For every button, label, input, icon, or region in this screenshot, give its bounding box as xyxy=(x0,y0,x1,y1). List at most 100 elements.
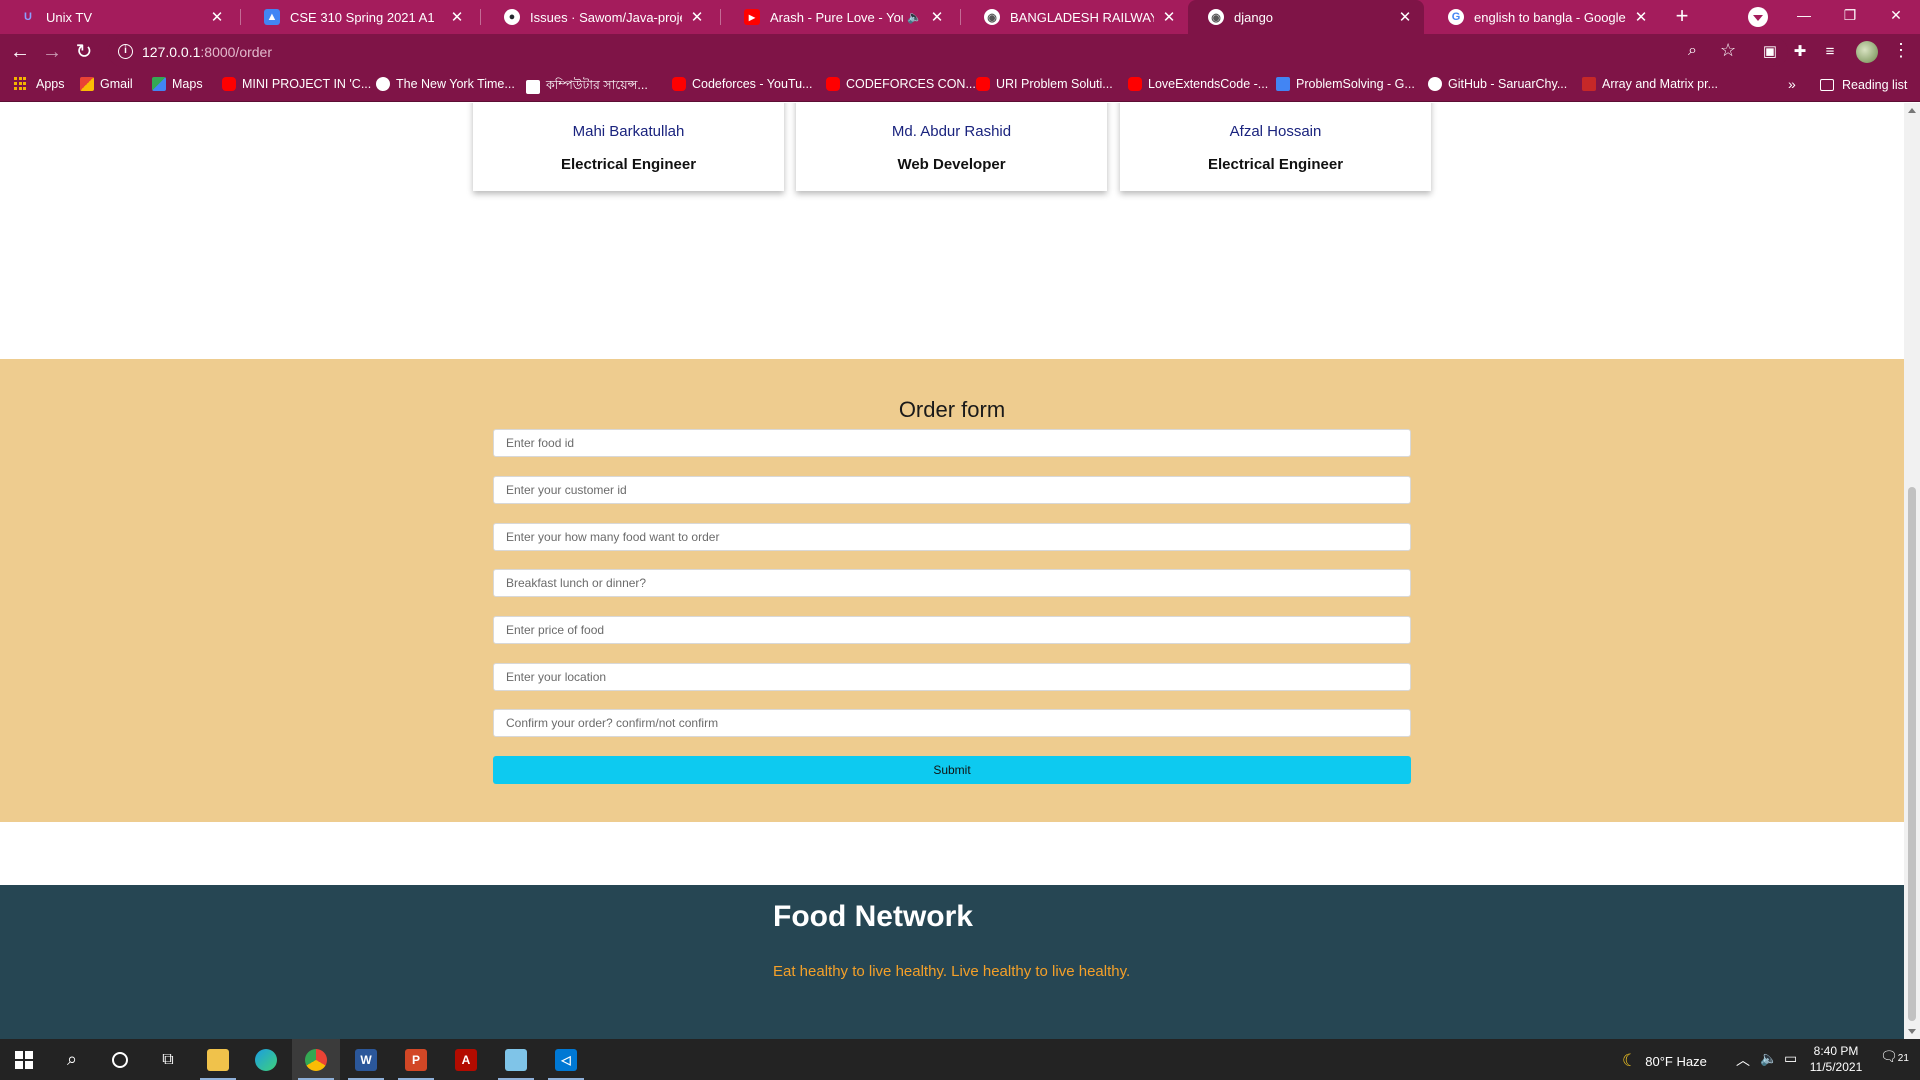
network-icon[interactable]: ▭ xyxy=(1784,1050,1797,1067)
bookmark-label: URI Problem Soluti... xyxy=(996,77,1113,91)
show-hidden-icons-chevron-icon[interactable]: ︿ xyxy=(1736,1050,1750,1070)
reload-button[interactable]: ↻ xyxy=(72,40,96,64)
address-bar[interactable]: i 127.0.0.1:8000/order ⌕ ☆ xyxy=(108,37,1788,67)
bookmark-loveextendscode[interactable]: LoveExtendsCode -... xyxy=(1128,77,1268,91)
tab-unix-tv[interactable]: U Unix TV ✕ xyxy=(0,0,236,34)
tab-close-icon[interactable]: ✕ xyxy=(928,8,946,26)
forward-button[interactable]: → xyxy=(40,40,64,64)
notification-count: 21 xyxy=(1897,1053,1909,1064)
chrome-icon xyxy=(305,1048,327,1071)
meal-type-input[interactable] xyxy=(493,569,1411,597)
member-role: Electrical Engineer xyxy=(560,156,697,173)
tab-separator xyxy=(480,9,481,25)
start-button[interactable] xyxy=(0,1039,48,1080)
bookmark-label: Array and Matrix pr... xyxy=(1602,77,1719,91)
location-input[interactable] xyxy=(493,663,1411,691)
taskbar-acrobat[interactable]: A xyxy=(442,1039,490,1080)
bookmark-mini-project[interactable]: MINI PROJECT IN 'C... xyxy=(222,77,371,91)
search-icon: ⌕ xyxy=(66,1049,78,1069)
taskbar-word[interactable]: W xyxy=(342,1039,390,1080)
bookmark-codeforces-con[interactable]: CODEFORCES CON... xyxy=(826,77,976,91)
bookmark-maps[interactable]: Maps xyxy=(152,77,203,91)
back-button[interactable]: ← xyxy=(8,40,32,64)
tab-youtube[interactable]: ▶ Arash - Pure Love - YouTube 🔈 ✕ xyxy=(724,0,956,34)
media-control-icon[interactable]: ≡ xyxy=(1820,42,1840,62)
bookmark-label: MINI PROJECT IN 'C... xyxy=(242,77,372,91)
tab-title: CSE 310 Spring 2021 A1 xyxy=(290,9,435,25)
taskbar-edge[interactable] xyxy=(242,1039,290,1080)
clock-time: 8:40 PM xyxy=(1813,1044,1859,1058)
bookmarks-overflow-button[interactable]: » xyxy=(1788,76,1796,92)
extensions-puzzle-icon[interactable]: ✚ xyxy=(1790,42,1810,62)
scrollbar-thumb[interactable] xyxy=(1908,487,1916,1021)
submit-button[interactable]: Submit xyxy=(493,756,1411,784)
taskbar-file-explorer[interactable] xyxy=(194,1039,242,1080)
volume-icon[interactable]: 🔈 xyxy=(1760,1050,1777,1067)
bookmark-label: The New York Time... xyxy=(396,77,515,91)
bookmark-computer-science[interactable]: কম্পিউটার সায়েন্স... xyxy=(526,77,648,97)
site-info-icon[interactable]: i xyxy=(118,44,133,59)
bookmark-label: Codeforces - YouTu... xyxy=(692,77,813,91)
gmail-icon xyxy=(80,77,94,91)
weather-widget[interactable]: ☾ 80°F Haze xyxy=(1622,1051,1707,1071)
page-scrollbar[interactable] xyxy=(1904,103,1920,1039)
scroll-up-icon[interactable] xyxy=(1908,108,1916,113)
tab-separator xyxy=(240,9,241,25)
url-text[interactable]: 127.0.0.1:8000/order xyxy=(142,44,272,60)
new-tab-button[interactable]: + xyxy=(1670,5,1694,29)
taskbar-vscode[interactable]: ◁ xyxy=(542,1039,590,1080)
taskbar-powerpoint[interactable]: P xyxy=(392,1039,440,1080)
bookmark-github[interactable]: GitHub - SaruarChy... xyxy=(1428,77,1567,91)
customer-id-input[interactable] xyxy=(493,476,1411,504)
audio-playing-icon[interactable]: 🔈 xyxy=(907,10,922,24)
taskbar-notepad[interactable] xyxy=(492,1039,540,1080)
tab-cse310[interactable]: ▲ CSE 310 Spring 2021 A1 ✕ xyxy=(244,0,476,34)
github-favicon-icon: ● xyxy=(504,9,520,25)
tab-close-icon[interactable]: ✕ xyxy=(448,8,466,26)
tab-close-icon[interactable]: ✕ xyxy=(1160,8,1178,26)
bookmark-star-icon[interactable]: ☆ xyxy=(1720,40,1736,61)
menu-kebab-icon[interactable]: ⋮ xyxy=(1892,40,1910,61)
tab-close-icon[interactable]: ✕ xyxy=(208,8,226,26)
task-view-button[interactable]: ⧉ xyxy=(144,1039,192,1080)
profile-avatar[interactable] xyxy=(1856,41,1878,63)
extension-icon[interactable]: ▣ xyxy=(1760,42,1780,62)
reading-list-button[interactable]: Reading list xyxy=(1820,78,1907,92)
confirm-input[interactable] xyxy=(493,709,1411,737)
youtube-icon xyxy=(222,77,236,91)
bookmark-apps[interactable]: Apps xyxy=(14,77,65,91)
system-clock[interactable]: 8:40 PM 11/5/2021 xyxy=(1806,1043,1866,1075)
tab-railway[interactable]: ◉ BANGLADESH RAILWAY E-TICKE ✕ xyxy=(964,0,1188,34)
bookmark-label: কম্পিউটার সায়েন্স... xyxy=(546,78,648,92)
search-button[interactable]: ⌕ xyxy=(48,1039,96,1080)
bookmark-problemsolving[interactable]: ProblemSolving - G... xyxy=(1276,77,1415,91)
restore-button[interactable]: ❐ xyxy=(1830,3,1870,29)
bookmark-array-matrix[interactable]: Array and Matrix pr... xyxy=(1582,77,1718,91)
bookmark-nytimes[interactable]: The New York Time... xyxy=(376,77,515,91)
tab-search-button[interactable] xyxy=(1748,7,1768,27)
site-footer: Food Network Eat healthy to live healthy… xyxy=(0,885,1904,1039)
tab-title: Issues · Sawom/Java-project xyxy=(530,9,682,25)
notepad-icon xyxy=(505,1048,527,1071)
cortana-button[interactable] xyxy=(96,1039,144,1080)
bookmark-codeforces-youtube[interactable]: Codeforces - YouTu... xyxy=(672,77,812,91)
github-icon xyxy=(1428,77,1442,91)
tab-close-icon[interactable]: ✕ xyxy=(1396,8,1414,26)
tab-close-icon[interactable]: ✕ xyxy=(688,8,706,26)
scroll-down-icon[interactable] xyxy=(1908,1029,1916,1034)
minimize-button[interactable]: — xyxy=(1784,3,1824,29)
zoom-icon[interactable]: ⌕ xyxy=(1688,42,1697,60)
tab-google-search[interactable]: G english to bangla - Google Sear ✕ xyxy=(1428,0,1660,34)
tab-close-icon[interactable]: ✕ xyxy=(1632,8,1650,26)
tab-github-issues[interactable]: ● Issues · Sawom/Java-project ✕ xyxy=(484,0,716,34)
price-input[interactable] xyxy=(493,616,1411,644)
bookmark-uri-problem[interactable]: URI Problem Soluti... xyxy=(976,77,1113,91)
bookmark-label: Gmail xyxy=(100,77,133,91)
taskbar-chrome[interactable] xyxy=(292,1039,340,1080)
food-id-input[interactable] xyxy=(493,429,1411,457)
tab-django[interactable]: ◉ django ✕ xyxy=(1188,0,1424,34)
bookmark-gmail[interactable]: Gmail xyxy=(80,77,133,91)
notification-center-button[interactable]: 🗨21 xyxy=(1880,1048,1909,1065)
quantity-input[interactable] xyxy=(493,523,1411,551)
close-window-button[interactable]: ✕ xyxy=(1876,3,1916,29)
